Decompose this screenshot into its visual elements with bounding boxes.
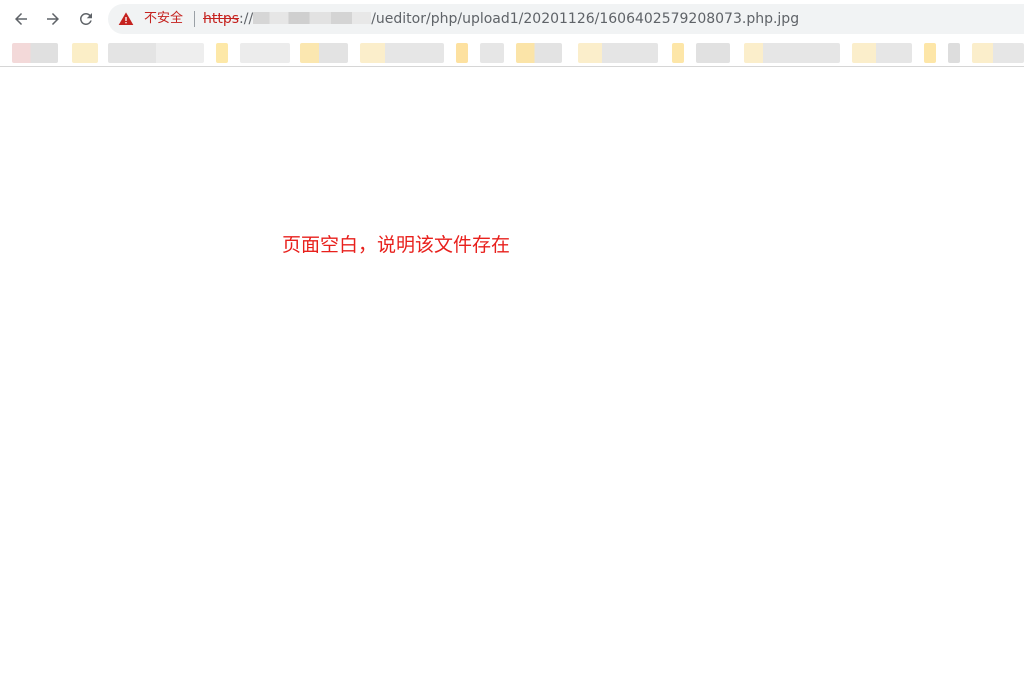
arrow-left-icon xyxy=(15,13,27,25)
bookmark-item[interactable] xyxy=(456,43,468,63)
address-bar[interactable]: 不安全 https:// /ueditor/php/upload1/2020112… xyxy=(108,4,1024,34)
url-separator: :// xyxy=(239,11,254,27)
bookmark-item[interactable] xyxy=(972,43,1024,63)
url-path: /ueditor/php/upload1/20201126/1606402579… xyxy=(371,11,800,27)
browser-toolbar: 不安全 https:// /ueditor/php/upload1/2020112… xyxy=(0,0,1024,38)
url-text[interactable]: https:// /ueditor/php/upload1/20201126/16… xyxy=(203,10,799,28)
bookmark-item[interactable] xyxy=(852,43,912,63)
bookmark-item[interactable] xyxy=(12,43,58,63)
bookmark-item[interactable] xyxy=(948,43,960,63)
bookmark-item[interactable] xyxy=(578,43,658,63)
bookmark-item[interactable] xyxy=(216,43,228,63)
blank-page-annotation: 页面空白，说明该文件存在 xyxy=(282,234,511,256)
omnibox-divider xyxy=(194,11,195,27)
bookmark-item[interactable] xyxy=(360,43,444,63)
bookmark-item[interactable] xyxy=(240,43,290,63)
forward-button[interactable] xyxy=(40,6,66,32)
warning-triangle-icon xyxy=(118,12,134,25)
reload-icon xyxy=(79,12,92,25)
bookmark-item[interactable] xyxy=(516,43,562,63)
url-scheme: https xyxy=(203,11,240,27)
arrow-right-icon xyxy=(47,13,59,25)
back-button[interactable] xyxy=(8,6,34,32)
bookmark-item[interactable] xyxy=(480,43,504,63)
bookmark-item[interactable] xyxy=(744,43,840,63)
bookmark-item[interactable] xyxy=(696,43,730,63)
reload-button[interactable] xyxy=(73,6,99,32)
bookmark-item[interactable] xyxy=(108,43,204,63)
bookmark-item[interactable] xyxy=(300,43,348,63)
bookmark-item[interactable] xyxy=(72,43,98,63)
bookmarks-bar-redacted xyxy=(0,38,1024,67)
url-host-redacted xyxy=(253,12,372,24)
bookmark-item[interactable] xyxy=(672,43,684,63)
security-status-label[interactable]: 不安全 xyxy=(144,11,183,27)
bookmark-item[interactable] xyxy=(924,43,936,63)
